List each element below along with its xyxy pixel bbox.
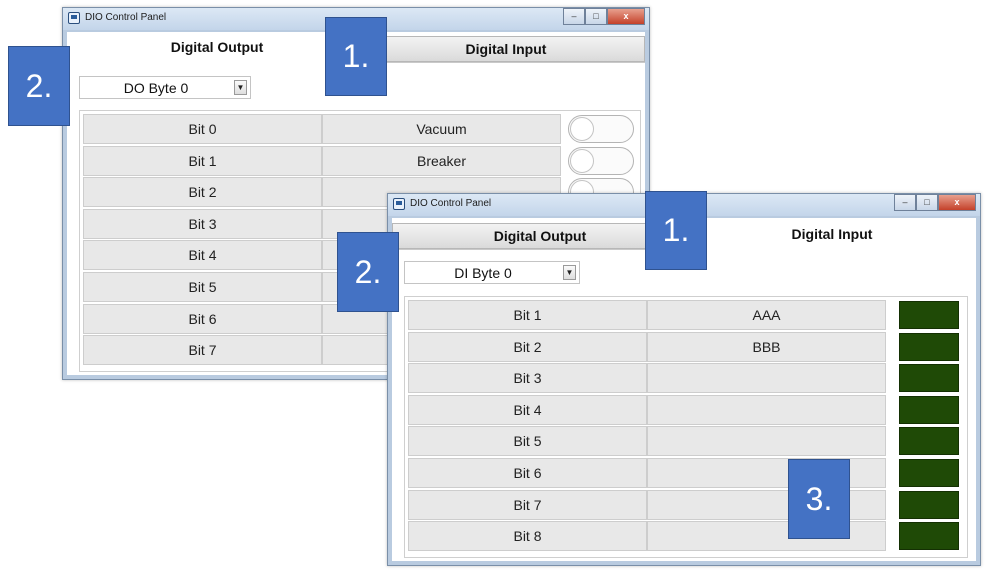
callout-1: 1.	[325, 17, 387, 96]
bit-label: Bit 6	[408, 458, 647, 488]
input-indicator-led	[899, 427, 959, 456]
bit-name	[647, 521, 886, 552]
bit-label: Bit 0	[83, 114, 322, 144]
bit-table: Bit 1 AAA Bit 2 BBB Bit 3 Bit 4 Bit 5 Bit 6 Bit …	[404, 296, 968, 558]
toggle-knob	[570, 117, 594, 141]
bit-label: Bit 7	[408, 489, 647, 520]
minimize-button[interactable]: –	[894, 194, 916, 211]
bit-label: Bit 4	[408, 394, 647, 425]
bit-label: Bit 1	[408, 300, 647, 330]
close-button[interactable]: x	[607, 8, 645, 25]
output-toggle-switch[interactable]	[568, 146, 634, 175]
bit-label: Bit 8	[408, 521, 647, 552]
bit-label: Bit 1	[83, 145, 322, 176]
bit-name: AAA	[647, 300, 886, 330]
app-icon	[393, 198, 405, 210]
bit-label: Bit 3	[408, 363, 647, 394]
bit-label: Bit 3	[83, 208, 322, 239]
output-toggle-switch[interactable]	[568, 115, 634, 143]
close-button[interactable]: x	[938, 194, 976, 211]
bit-label: Bit 4	[83, 240, 322, 271]
maximize-button[interactable]: □	[585, 8, 607, 25]
bit-label: Bit 2	[408, 331, 647, 362]
input-indicator-led	[899, 301, 959, 329]
tab-digital-output[interactable]: Digital Output	[392, 223, 688, 249]
window-title: DIO Control Panel	[410, 198, 492, 209]
bit-label: Bit 7	[83, 335, 322, 366]
tab-digital-input[interactable]: Digital Input	[367, 36, 645, 62]
callout-2: 2.	[337, 232, 399, 312]
app-icon	[68, 12, 80, 24]
maximize-button[interactable]: □	[916, 194, 938, 211]
toggle-knob	[570, 148, 594, 173]
bit-name	[647, 489, 886, 520]
select-value: DO Byte 0	[123, 79, 189, 96]
callout-3: 3.	[788, 459, 850, 539]
bit-name	[647, 426, 886, 457]
tab-digital-input[interactable]: Digital Input	[688, 221, 976, 247]
bit-label: Bit 5	[83, 272, 322, 302]
tab-panel-border	[367, 62, 645, 63]
input-indicator-led	[899, 490, 959, 519]
chevron-down-icon[interactable]: ▼	[234, 80, 247, 95]
tab-digital-output[interactable]: Digital Output	[67, 34, 367, 60]
bit-name	[647, 394, 886, 425]
di-byte-select[interactable]: DI Byte 0 ▼	[404, 261, 580, 284]
tab-panel-border	[392, 249, 688, 250]
do-byte-select[interactable]: DO Byte 0 ▼	[79, 76, 251, 99]
input-indicator-led	[899, 459, 959, 487]
chevron-down-icon[interactable]: ▼	[563, 265, 576, 280]
bit-name	[647, 458, 886, 488]
bit-label: Bit 5	[408, 426, 647, 457]
minimize-button[interactable]: –	[563, 8, 585, 25]
callout-1: 1.	[645, 191, 707, 270]
bit-name: BBB	[647, 331, 886, 362]
callout-2: 2.	[8, 46, 70, 126]
bit-label: Bit 6	[83, 303, 322, 334]
bit-name	[647, 363, 886, 394]
window-title: DIO Control Panel	[85, 12, 167, 23]
input-indicator-led	[899, 364, 959, 393]
input-indicator-led	[899, 522, 959, 551]
bit-name: Breaker	[322, 145, 561, 176]
bit-name: Vacuum	[322, 114, 561, 144]
input-indicator-led	[899, 332, 959, 361]
bit-label: Bit 2	[83, 177, 322, 208]
input-indicator-led	[899, 395, 959, 424]
select-value: DI Byte 0	[454, 264, 512, 281]
